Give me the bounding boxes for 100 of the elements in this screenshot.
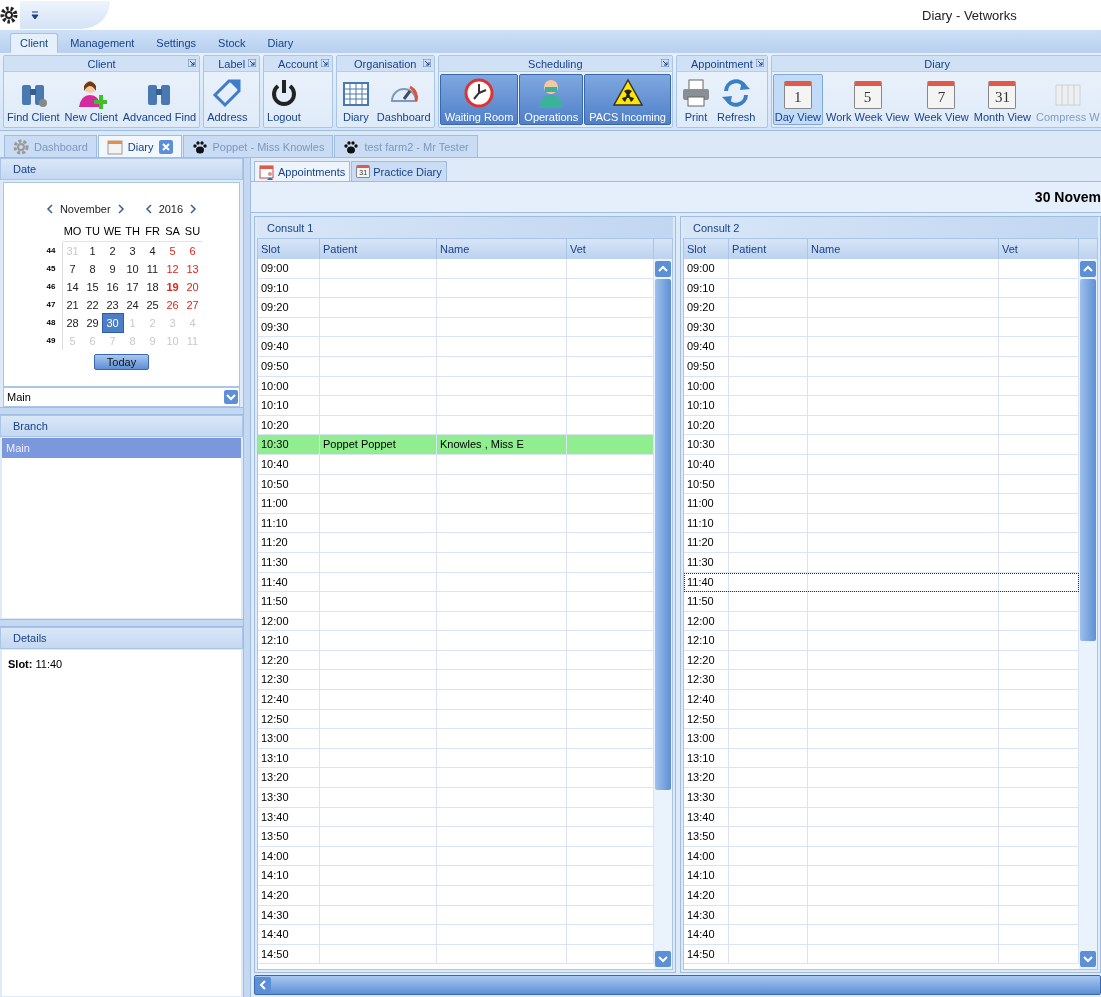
- slot-row[interactable]: 12:10: [258, 631, 654, 651]
- launcher-icon[interactable]: [248, 59, 257, 67]
- calendar-day[interactable]: 28: [62, 314, 83, 332]
- slot-row[interactable]: 09:50: [684, 356, 1079, 377]
- slot-row[interactable]: 13:00: [684, 729, 1079, 749]
- next-icon[interactable]: [116, 204, 125, 214]
- slot-row[interactable]: 14:30: [258, 905, 654, 926]
- slot-row[interactable]: 13:30: [684, 788, 1079, 808]
- slot-row[interactable]: 13:00: [258, 729, 654, 749]
- slot-row[interactable]: 12:50: [684, 709, 1079, 730]
- slot-row[interactable]: 14:00: [684, 846, 1079, 867]
- calendar-day[interactable]: 20: [182, 278, 203, 296]
- calendar-day[interactable]: 2: [102, 242, 123, 260]
- slot-row[interactable]: 14:40: [684, 925, 1079, 945]
- slot-row[interactable]: 13:50: [258, 827, 654, 847]
- slot-row[interactable]: 09:00: [684, 259, 1079, 279]
- slot-row[interactable]: 14:50: [258, 944, 654, 965]
- ribbon-tab[interactable]: Settings: [146, 33, 207, 53]
- close-icon[interactable]: [158, 139, 173, 154]
- slot-row[interactable]: 13:10: [258, 748, 654, 769]
- slot-row[interactable]: 12:10: [684, 631, 1079, 651]
- calendar-day[interactable]: 26: [162, 296, 183, 314]
- slot-row[interactable]: 11:00: [258, 494, 654, 514]
- launcher-icon[interactable]: [320, 59, 329, 67]
- calendar-day[interactable]: 9: [102, 260, 123, 278]
- slot-row[interactable]: 13:10: [684, 748, 1079, 769]
- previous-icon[interactable]: [45, 204, 54, 214]
- ribbon-button[interactable]: 31 Month View: [971, 74, 1034, 125]
- scroll-up-icon[interactable]: [1080, 261, 1096, 277]
- settings-icon[interactable]: [0, 6, 18, 24]
- calendar-day[interactable]: 12: [162, 260, 183, 278]
- slot-row[interactable]: 10:30 Poppet Poppet Knowles , Miss E: [258, 435, 654, 455]
- slot-row[interactable]: 12:00: [684, 611, 1079, 632]
- slot-row[interactable]: 14:40: [258, 925, 654, 945]
- calendar-day[interactable]: 10: [122, 260, 143, 278]
- vertical-scrollbar[interactable]: [1079, 259, 1097, 969]
- calendar-day[interactable]: 14: [62, 278, 83, 296]
- launcher-icon[interactable]: [660, 59, 669, 67]
- slot-row[interactable]: 10:30: [684, 435, 1079, 455]
- slot-row[interactable]: 12:40: [684, 690, 1079, 710]
- calendar-day[interactable]: 11: [142, 260, 163, 278]
- slot-row[interactable]: 12:50: [258, 709, 654, 730]
- diary-dropdown[interactable]: Main: [3, 387, 240, 407]
- slot-row[interactable]: 13:40: [684, 807, 1079, 828]
- ribbon-button[interactable]: Diary: [337, 74, 374, 125]
- slot-row[interactable]: 10:50: [684, 474, 1079, 495]
- ribbon-button[interactable]: Operations: [519, 74, 584, 125]
- splitter-handle[interactable]: [0, 619, 243, 627]
- slot-row[interactable]: 09:20: [684, 298, 1079, 318]
- slot-row[interactable]: 09:40: [258, 337, 654, 357]
- ribbon-tab[interactable]: Diary: [257, 33, 304, 53]
- scroll-up-icon[interactable]: [655, 261, 671, 277]
- ribbon-tab[interactable]: Stock: [208, 33, 256, 53]
- scroll-down-icon[interactable]: [1080, 951, 1096, 967]
- ribbon-button[interactable]: PACS Incoming: [584, 74, 671, 125]
- calendar-day[interactable]: 23: [102, 296, 123, 314]
- slot-row[interactable]: 10:10: [258, 396, 654, 416]
- ribbon-button[interactable]: 5 Work Week View: [824, 74, 912, 125]
- slot-row[interactable]: 11:10: [684, 513, 1079, 534]
- slot-row[interactable]: 09:50: [258, 356, 654, 377]
- calendar-day[interactable]: 29: [82, 314, 103, 332]
- ribbon-button[interactable]: New Client: [62, 74, 120, 125]
- slot-row[interactable]: 09:40: [684, 337, 1079, 357]
- document-tab[interactable]: Diary: [97, 135, 182, 157]
- slot-row[interactable]: 12:30: [684, 670, 1079, 691]
- calendar-day[interactable]: 15: [82, 278, 103, 296]
- ribbon-button[interactable]: Dashboard: [374, 74, 433, 125]
- slot-row[interactable]: 14:10: [684, 866, 1079, 886]
- calendar-day[interactable]: 24: [122, 296, 143, 314]
- column-header[interactable]: Vet: [567, 239, 654, 259]
- column-header[interactable]: Name: [437, 239, 567, 259]
- slot-row[interactable]: 10:50: [258, 474, 654, 495]
- slot-row[interactable]: 11:40: [258, 572, 654, 593]
- launcher-icon[interactable]: [188, 59, 197, 67]
- dropdown-icon[interactable]: [30, 10, 40, 20]
- slot-row[interactable]: 12:30: [258, 670, 654, 691]
- slot-row[interactable]: 09:20: [258, 298, 654, 318]
- calendar-day[interactable]: 1: [82, 242, 103, 260]
- slot-row[interactable]: 11:50: [258, 592, 654, 612]
- slot-row[interactable]: 09:10: [684, 278, 1079, 299]
- slot-row[interactable]: 11:20: [258, 533, 654, 553]
- ribbon-tab[interactable]: Client: [10, 33, 59, 53]
- slot-row[interactable]: 13:40: [258, 807, 654, 828]
- calendar-day[interactable]: 21: [62, 296, 83, 314]
- calendar-day[interactable]: 22: [82, 296, 103, 314]
- ribbon-button[interactable]: Find Client: [5, 74, 62, 125]
- slot-row[interactable]: 13:20: [684, 768, 1079, 789]
- slot-row[interactable]: 14:20: [684, 886, 1079, 906]
- ribbon-button[interactable]: Advanced Find: [120, 74, 199, 125]
- slot-row[interactable]: 10:10: [684, 396, 1079, 416]
- calendar-day[interactable]: 25: [142, 296, 163, 314]
- column-header[interactable]: Patient: [729, 239, 808, 259]
- calendar-day[interactable]: 13: [182, 260, 203, 278]
- today-button[interactable]: Today: [93, 354, 150, 370]
- slot-row[interactable]: 14:10: [258, 866, 654, 886]
- next-icon[interactable]: [189, 204, 198, 214]
- ribbon-button[interactable]: Refresh: [714, 74, 758, 125]
- slot-row[interactable]: 10:40: [258, 454, 654, 475]
- slot-row[interactable]: 11:20: [684, 533, 1079, 553]
- view-tab[interactable]: Appointments: [254, 161, 351, 181]
